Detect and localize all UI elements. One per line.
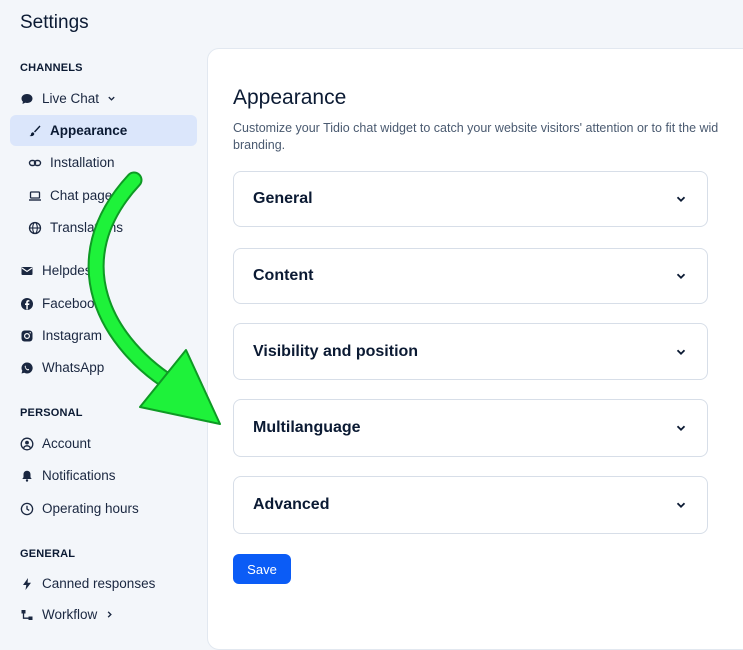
accordion-content[interactable]: Content [233,248,708,304]
save-button[interactable]: Save [233,554,291,584]
accordion-label: Content [253,267,314,284]
sidebar-item-label: Chat page [50,188,113,203]
accordion-label: Advanced [253,496,330,513]
sidebar-item-chat-page[interactable]: Chat page [28,188,112,203]
sidebar-item-label: Operating hours [42,501,139,516]
sidebar-item-label: Notifications [42,468,116,483]
section-heading-personal: PERSONAL [20,407,83,419]
workflow-icon [21,609,33,620]
sidebar-item-label: Workflow [42,607,98,622]
accordion-general[interactable]: General [233,171,708,227]
link-icon [28,159,42,166]
accordion-label: Visibility and position [253,342,419,360]
section-heading-general: GENERAL [20,548,76,560]
page-description: Customize your Tidio chat widget to catc… [233,121,719,152]
section-heading-channels: CHANNELS [20,62,83,74]
clock-icon [20,502,34,515]
chevron-down-icon [676,349,686,355]
lightning-icon [23,577,31,590]
sidebar-item-notifications[interactable]: Notifications [20,468,116,483]
sidebar-item-live-chat[interactable]: Live Chat [20,91,116,106]
sidebar-item-label: Live Chat [42,91,100,106]
accordion-label: Multilanguage [253,419,361,436]
app-title: Settings [20,12,89,33]
sidebar-item-installation[interactable]: Installation [28,155,115,170]
accordion-advanced[interactable]: Advanced [233,476,708,534]
sidebar-item-label: Facebook [42,296,102,311]
accordion-multilanguage[interactable]: Multilanguage [233,399,708,457]
sidebar-item-label: Appearance [50,123,128,138]
sidebar-item-label: Translations [50,220,124,235]
sidebar-item-translations[interactable]: Translations [28,220,123,235]
sidebar-item-canned-responses[interactable]: Canned responses [20,576,155,591]
globe-icon [28,221,42,234]
chat-bubble-icon [21,93,33,104]
sidebar-item-account[interactable]: Account [20,436,91,451]
sidebar-item-workflow[interactable]: Workflow [20,607,114,622]
chevron-down-icon [676,425,686,431]
brush-icon [29,125,41,136]
mail-icon [21,266,33,275]
accordion-label: General [253,190,313,207]
instagram-icon [21,330,33,341]
accordion-visibility-and-position[interactable]: Visibility and position [233,323,708,380]
chevron-down-icon [676,196,686,202]
sidebar-item-operating-hours[interactable]: Operating hours [20,501,139,516]
chevron-down-icon [108,96,115,101]
sidebar-item-instagram[interactable]: Instagram [20,328,102,343]
sidebar-item-label: WhatsApp [42,360,105,375]
sidebar-item-label: Installation [50,155,115,170]
chevron-down-icon [676,502,686,508]
sidebar-item-facebook[interactable]: Facebook [20,296,101,311]
sidebar-item-helpdesk[interactable]: Helpdesk [20,263,98,278]
sidebar-item-label: Account [42,436,91,451]
bell-icon [22,470,32,482]
sidebar-item-label: Instagram [42,328,103,343]
sidebar-item-appearance[interactable]: Appearance [28,123,127,138]
sidebar-item-label: Helpdesk [42,263,99,278]
chevron-down-icon [676,273,686,279]
page-title: Appearance [233,86,347,109]
user-icon [20,437,34,450]
whatsapp-icon [21,361,33,373]
sidebar-item-whatsapp[interactable]: WhatsApp [20,360,104,375]
laptop-icon [29,190,41,201]
facebook-icon [21,297,33,310]
sidebar-item-label: Canned responses [42,576,156,591]
